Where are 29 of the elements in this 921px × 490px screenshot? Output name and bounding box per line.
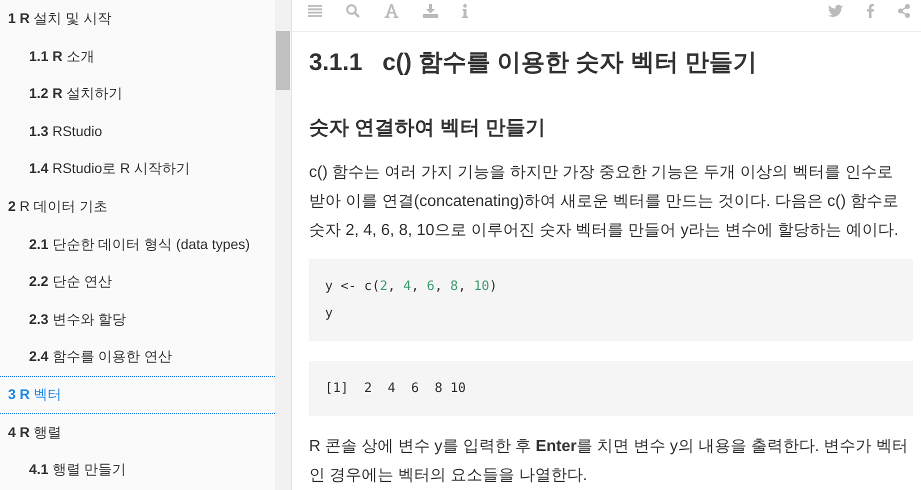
info-icon[interactable] <box>462 4 468 18</box>
toc-item[interactable]: 2.3 변수와 할당 <box>0 300 275 338</box>
font-icon[interactable] <box>384 4 399 18</box>
toc-item[interactable]: 1.3 RStudio <box>0 112 275 150</box>
toc-item[interactable]: 2.4 함수를 이용한 연산 <box>0 338 275 376</box>
paragraph: c() 함수는 여러 가지 기능을 하지만 가장 중요한 기능은 두개 이상의 벡터를 인수로 받아 이를 연결(concatenating)하여 새로운 벡터를 만드는 것이다. 다음은 c() 함수로 숫자 2, 4, 6, 8, 10으로 이루어진 숫자 벡터를 만들어 y라는 변수에 할당하는 예이다. <box>309 163 900 241</box>
download-icon[interactable] <box>423 4 438 18</box>
section-heading: c() 함수를 이용한 숫자 벡터 만들기 <box>382 48 758 78</box>
toc-item[interactable]: 1 R 설치 및 시작 <box>0 0 275 38</box>
toc-item[interactable]: 1.4 RStudio로 R 시작하기 <box>0 150 275 188</box>
paragraph: R 콘솔 상에 변수 y를 입력한 후 Enter를 치면 변수 y의 내용을 출력한다. 변수가 벡터인 경우에는 벡터의 요소들을 나열한다. <box>309 437 910 486</box>
scrollbar-thumb[interactable] <box>276 31 290 90</box>
code-line: y <- c(2, 4, 6, 8, 10) <box>325 278 498 296</box>
facebook-icon[interactable] <box>867 4 874 18</box>
toc-item[interactable]: 4.1 행렬 만들기 <box>0 451 275 489</box>
toc-item[interactable]: 2.2 단순 연산 <box>0 263 275 301</box>
bird-icon[interactable] <box>828 4 843 16</box>
code-line: y <box>325 305 334 323</box>
toc-item[interactable]: 2 R 데이터 기초 <box>0 188 275 226</box>
toc-item[interactable]: 1.2 R 설치하기 <box>0 75 275 113</box>
toc-item[interactable]: 1.1 R 소개 <box>0 38 275 76</box>
share-icon[interactable] <box>898 4 910 18</box>
search-icon[interactable] <box>346 4 360 18</box>
toc-item[interactable]: 2.1 단순한 데이터 형식 (data types) <box>0 226 275 264</box>
code-line: [1] 2 4 6 8 10 <box>325 380 467 398</box>
section-number: 3.1.1 <box>309 48 362 78</box>
menu-icon[interactable] <box>308 4 322 16</box>
subheading: 숫자 연결하여 벡터 만들기 <box>309 116 547 141</box>
toc-item[interactable]: 4 R 행렬 <box>0 414 275 452</box>
